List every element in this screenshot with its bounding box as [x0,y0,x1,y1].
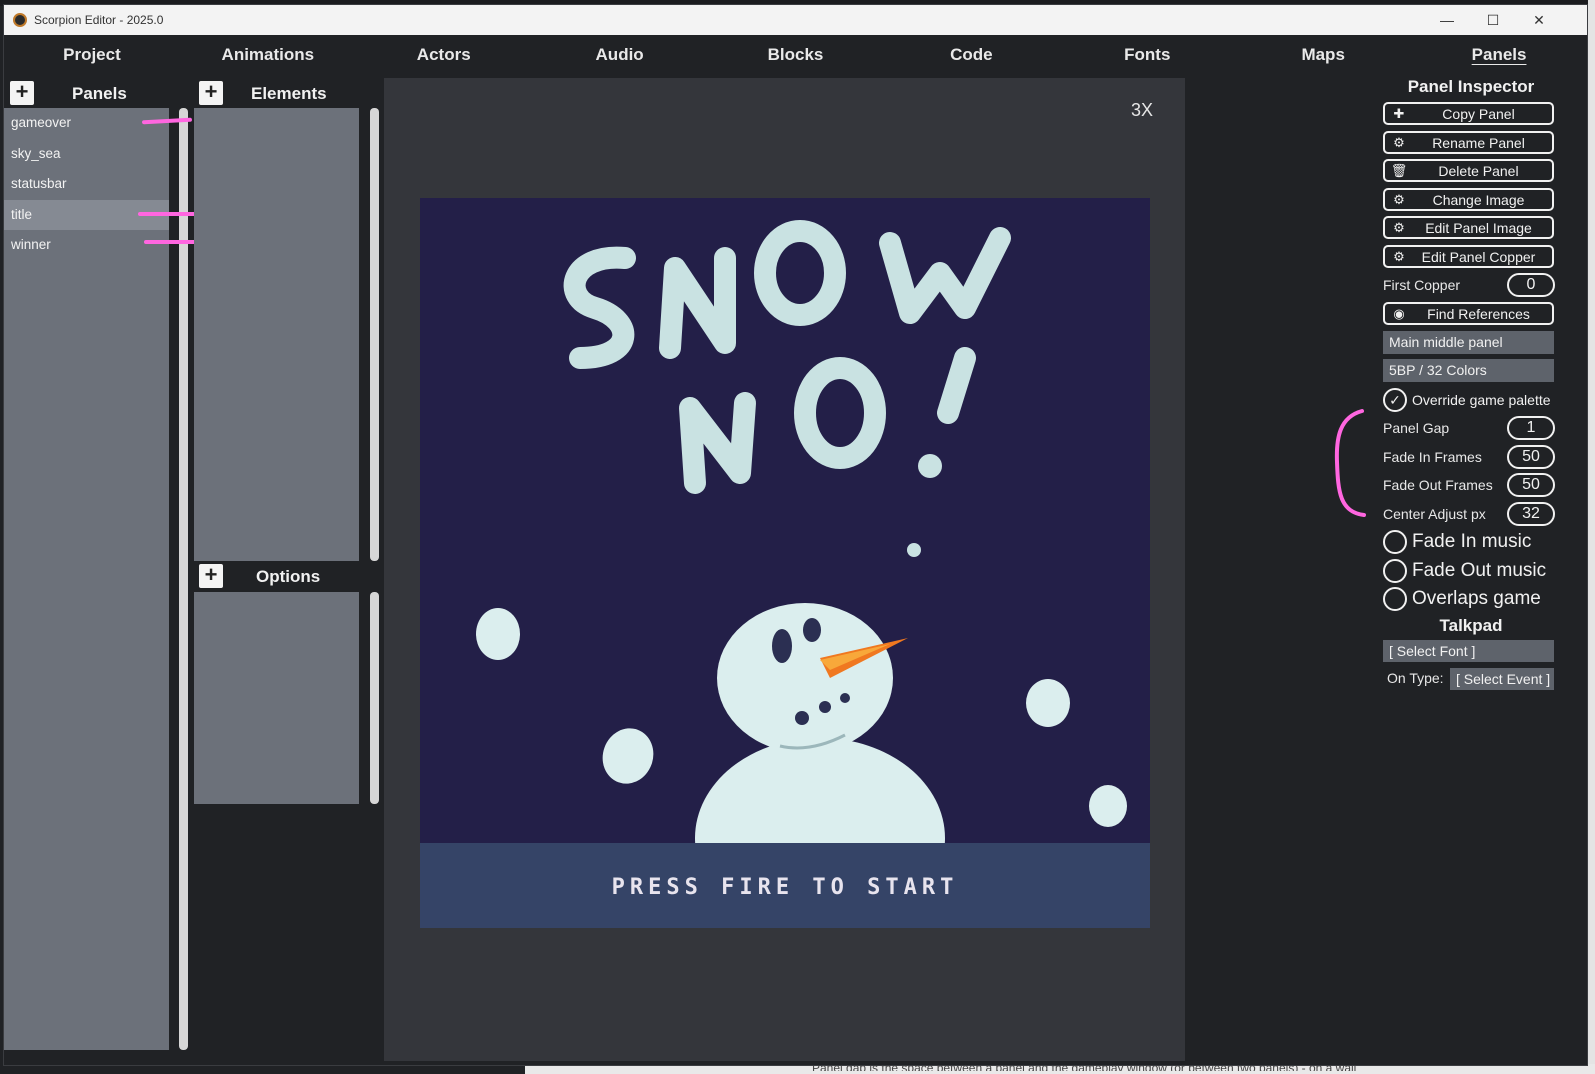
select-font-dropdown[interactable]: [ Select Font ] [1383,640,1554,662]
panel-type-select[interactable]: Main middle panel [1383,331,1554,354]
first-copper-input[interactable]: 0 [1507,273,1555,297]
radio-icon [1383,530,1407,554]
panels-scrollbar[interactable] [179,108,188,1050]
fade-in-music-label: Fade In music [1412,531,1532,552]
menu-maps[interactable]: Maps [1235,35,1411,75]
list-item-winner[interactable]: winner [4,230,169,261]
gear-icon: ⚙ [1393,191,1405,207]
panels-list: gameover sky_sea statusbar title winner [4,108,169,1050]
panel-image: PRESS FIRE TO START [420,198,1150,928]
fade-in-frames-label: Fade In Frames [1383,449,1482,465]
app-icon [13,13,27,27]
delete-panel-label: Delete Panel [1438,162,1519,179]
edit-panel-image-button[interactable]: ⚙ Edit Panel Image [1383,216,1554,239]
annotation-bracket [1334,409,1366,517]
elements-header: Elements [251,84,327,103]
override-palette-label: Override game palette [1412,392,1551,408]
fade-out-frames-label: Fade Out Frames [1383,477,1493,493]
fade-in-music-toggle[interactable]: Fade In music [1383,530,1531,554]
rename-panel-label: Rename Panel [1432,134,1525,151]
check-icon: ✓ [1383,388,1407,412]
fade-out-frames-input[interactable]: 50 [1507,473,1555,497]
fade-out-music-toggle[interactable]: Fade Out music [1383,559,1546,583]
fade-in-frames-input[interactable]: 50 [1507,445,1555,469]
menu-panels[interactable]: Panels [1411,35,1587,75]
find-references-button[interactable]: ◉ Find References [1383,302,1554,325]
menu-project[interactable]: Project [4,35,180,75]
change-image-label: Change Image [1432,191,1525,208]
maximize-button[interactable]: ☐ [1470,5,1516,35]
edit-panel-image-label: Edit Panel Image [1425,219,1532,236]
gear-icon: ⚙ [1393,248,1405,264]
edit-panel-copper-label: Edit Panel Copper [1421,248,1536,265]
snowman-artwork [476,220,1127,843]
change-image-button[interactable]: ⚙ Change Image [1383,188,1554,211]
delete-panel-button[interactable]: 🗑 Delete Panel [1383,159,1554,182]
add-panel-button[interactable]: + [10,81,34,105]
copy-panel-button[interactable]: ✚ Copy Panel [1383,102,1554,125]
close-button[interactable]: ✕ [1516,5,1562,35]
fade-out-music-label: Fade Out music [1412,560,1547,581]
editor-window: Scorpion Editor - 2025.0 — ☐ ✕ Project A… [3,4,1588,1066]
panels-header: Panels [72,84,127,103]
menu-animations[interactable]: Animations [180,35,356,75]
edit-panel-copper-button[interactable]: ⚙ Edit Panel Copper [1383,245,1554,268]
options-scrollbar[interactable] [370,592,379,804]
menu-audio[interactable]: Audio [532,35,708,75]
gear-icon: ⚙ [1393,219,1405,235]
options-list [194,592,359,804]
find-references-label: Find References [1427,305,1530,322]
zoom-level[interactable]: 3X [1131,100,1153,121]
rename-panel-button[interactable]: ⚙ Rename Panel [1383,131,1554,154]
panel-gap-input[interactable]: 1 [1507,416,1555,440]
elements-list [194,108,359,561]
window-title: Scorpion Editor - 2025.0 [34,13,164,27]
overlaps-game-label: Overlaps game [1412,588,1541,609]
select-event-dropdown[interactable]: [ Select Event ] [1450,668,1554,690]
gear-icon: ⚙ [1393,134,1405,150]
desktop-background-right [1588,0,1595,1074]
menu-fonts[interactable]: Fonts [1059,35,1235,75]
copy-panel-label: Copy Panel [1442,105,1515,122]
radio-icon [1383,559,1407,583]
panel-gap-label: Panel Gap [1383,420,1450,436]
trash-icon: 🗑 [1390,162,1408,178]
title-bar: Scorpion Editor - 2025.0 — ☐ ✕ [4,5,1587,35]
menu-bar: Project Animations Actors Audio Blocks C… [4,35,1587,75]
menu-blocks[interactable]: Blocks [708,35,884,75]
list-item-sky-sea[interactable]: sky_sea [4,139,169,170]
minimize-button[interactable]: — [1424,5,1470,35]
override-palette-checkbox[interactable]: ✓ Override game palette [1383,388,1551,412]
first-copper-label: First Copper [1383,277,1461,293]
center-adjust-input[interactable]: 32 [1507,502,1555,526]
color-mode-select[interactable]: 5BP / 32 Colors [1383,359,1554,382]
panel-preview: 3X PRESS FIRE TO START [384,78,1185,1061]
options-header: Options [256,567,321,586]
center-adjust-label: Center Adjust px [1383,506,1486,522]
elements-scrollbar[interactable] [370,108,379,561]
talkpad-header: Talkpad [1439,616,1503,635]
plus-icon: ✚ [1393,105,1405,121]
inspector-title: Panel Inspector [1407,77,1535,96]
press-fire-text: PRESS FIRE TO START [611,875,959,900]
eye-icon: ◉ [1393,305,1405,321]
menu-code[interactable]: Code [883,35,1059,75]
overlaps-game-toggle[interactable]: Overlaps game [1383,587,1541,611]
add-option-button[interactable]: + [199,564,223,588]
radio-icon [1383,587,1407,611]
list-item-statusbar[interactable]: statusbar [4,169,169,200]
add-element-button[interactable]: + [199,81,223,105]
on-type-label: On Type: [1387,670,1444,686]
menu-actors[interactable]: Actors [356,35,532,75]
